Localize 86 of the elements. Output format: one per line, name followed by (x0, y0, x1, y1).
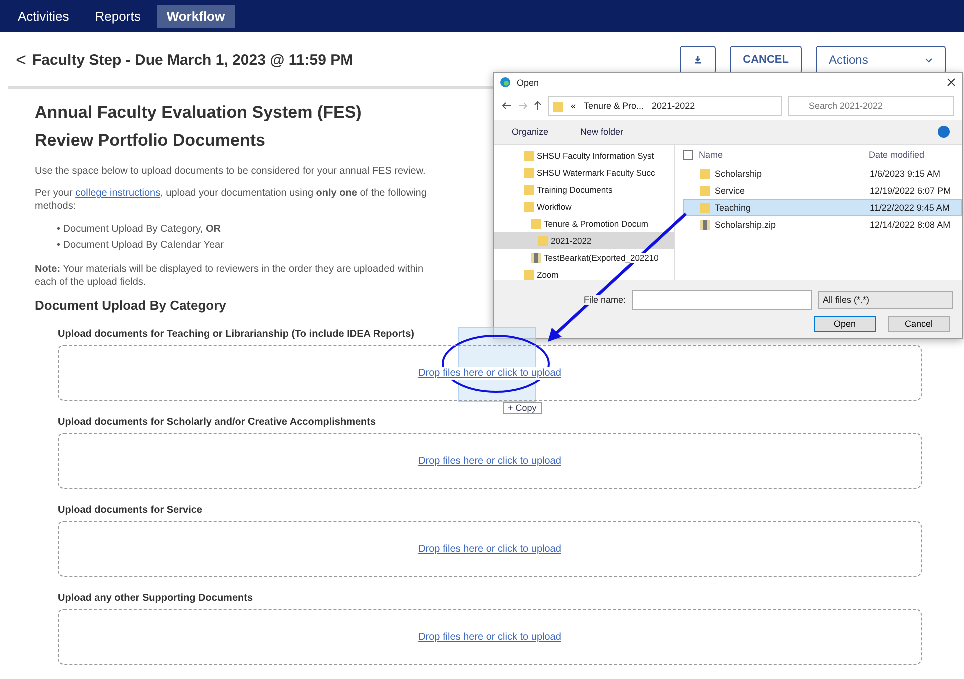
folder-icon (700, 168, 710, 179)
file-name: Scholarship.zip (715, 220, 776, 230)
chevron-down-icon (925, 58, 933, 62)
toolbar-button[interactable]: New folder (574, 126, 630, 138)
dialog-cancel-button[interactable]: Cancel (888, 316, 950, 332)
help-icon[interactable] (938, 126, 950, 138)
copy-tooltip: + Copy (503, 402, 542, 414)
folder-tree-item[interactable]: Zoom (494, 266, 674, 283)
upload-link[interactable]: Drop files here or click to upload (416, 630, 564, 644)
college-instructions-link[interactable]: college instructions (76, 188, 161, 199)
folder-icon (538, 235, 548, 246)
folder-tree-item[interactable]: Workflow (494, 198, 674, 215)
file-row[interactable]: Service 12/19/2022 6:07 PM (683, 182, 962, 199)
back-button[interactable]: < (10, 50, 33, 70)
section-heading: Annual Faculty Evaluation System (FES) (35, 103, 363, 123)
bullet-item: • Document Upload By Calendar Year (57, 239, 225, 253)
toolbar-button[interactable]: Organize (506, 126, 555, 138)
folder-icon (524, 167, 534, 178)
download-button[interactable] (680, 46, 716, 74)
path-segment[interactable]: Tenure & Pro... (584, 101, 644, 112)
path-segment[interactable]: « (571, 101, 576, 112)
folder-tree-item[interactable]: TestBearkat(Exported_202210 (494, 249, 674, 266)
folder-icon (524, 184, 534, 195)
folder-icon (524, 150, 534, 161)
file-row[interactable]: Teaching 11/22/2022 9:45 AM (683, 199, 962, 216)
upload-link[interactable]: Drop files here or click to upload (416, 542, 564, 556)
folder-tree-item[interactable]: 2021-2022 (494, 232, 674, 249)
upload-dropzone[interactable]: Drop files here or click to upload (58, 433, 922, 489)
folder-tree-item[interactable]: SHSU Faculty Information Syst (494, 147, 674, 164)
close-icon[interactable] (947, 78, 956, 88)
file-type-dropdown[interactable]: All files (*.*) (818, 291, 954, 309)
file-row[interactable]: Scholarship.zip 12/14/2022 8:08 AM (683, 216, 962, 233)
upload-dropzone[interactable]: Drop files here or click to upload (58, 609, 922, 665)
file-name: Teaching (715, 202, 752, 212)
file-date: 1/6/2023 9:15 AM (870, 168, 942, 178)
file-date: 12/14/2022 8:08 AM (870, 220, 952, 230)
upload-label: Upload documents for Service (58, 505, 204, 516)
file-name: Service (715, 186, 746, 196)
folder-icon (524, 269, 534, 280)
file-date: 11/22/2022 9:45 AM (870, 202, 951, 212)
page-title: Faculty Step - Due March 1, 2023 @ 11:59 PM (32, 52, 354, 68)
dialog-title: Open (517, 78, 540, 88)
folder-icon (700, 202, 710, 213)
bullet-item: • Document Upload By Category, OR (57, 223, 222, 237)
zip-folder-icon (700, 219, 710, 230)
nav-tab[interactable]: Workflow (156, 4, 236, 28)
path-segment[interactable]: 2021-2022 (652, 101, 696, 112)
upload-label: Upload documents for Scholarly and/or Creative Accomplishments (58, 417, 378, 428)
file-row[interactable]: Scholarship 1/6/2023 9:15 AM (683, 165, 962, 182)
file-date: 12/19/2022 6:07 PM (870, 186, 952, 196)
back-arrow-icon[interactable] (502, 102, 512, 110)
actions-dropdown[interactable]: Actions (816, 46, 946, 74)
address-bar[interactable]: « Tenure & Pro... 2021-2022 (548, 96, 782, 116)
section-heading: Review Portfolio Documents (35, 131, 266, 151)
upload-label: Upload documents for Teaching or Librarianship (To include IDEA Reports) (58, 329, 416, 340)
folder-icon (700, 185, 710, 196)
column-header[interactable]: Name (699, 150, 869, 160)
search-field[interactable]: Search 2021-2022 (788, 96, 954, 116)
zip-folder-icon (531, 252, 541, 263)
download-icon (693, 55, 704, 65)
up-arrow-icon[interactable] (534, 101, 542, 112)
intro-paragraph: Use the space below to upload documents to be considered for your annual FES review. (35, 165, 427, 178)
upload-link[interactable]: Drop files here or click to upload (416, 454, 564, 468)
folder-icon (524, 201, 534, 212)
upload-dropzone[interactable]: Drop files here or click to upload (58, 521, 922, 577)
upload-link[interactable]: Drop files here or click to upload (416, 366, 564, 380)
upload-label: Upload any other Supporting Documents (58, 593, 254, 604)
upload-dropzone[interactable]: Drop files here or click to upload (58, 345, 922, 401)
file-name: Scholarship (715, 168, 762, 178)
nav-tab[interactable]: Reports (85, 4, 151, 28)
folder-tree-item[interactable]: Tenure & Promotion Docum (494, 215, 674, 232)
folder-tree-item[interactable]: SHSU Watermark Faculty Succ (494, 164, 674, 181)
folder-tree-item[interactable]: Training Documents (494, 181, 674, 198)
file-name-label: File name: (584, 295, 626, 305)
file-name-field[interactable] (632, 290, 812, 310)
folder-icon (553, 100, 563, 112)
open-button[interactable]: Open (814, 316, 876, 332)
folder-icon (531, 218, 541, 229)
cancel-button[interactable]: CANCEL (730, 46, 802, 74)
instructions-paragraph: Per your college instructions, upload your documentation using only one of the following methods: (35, 187, 428, 213)
select-all-checkbox[interactable] (683, 150, 693, 160)
browser-logo-icon (500, 77, 511, 88)
section-heading: Document Upload By Category (35, 298, 228, 313)
column-header[interactable]: Date modified (869, 150, 962, 160)
note-paragraph: Note: Your materials will be displayed to reviewers in the order they are uploaded within each of the upload fields. (35, 263, 425, 289)
nav-tab[interactable]: Activities (8, 4, 80, 28)
